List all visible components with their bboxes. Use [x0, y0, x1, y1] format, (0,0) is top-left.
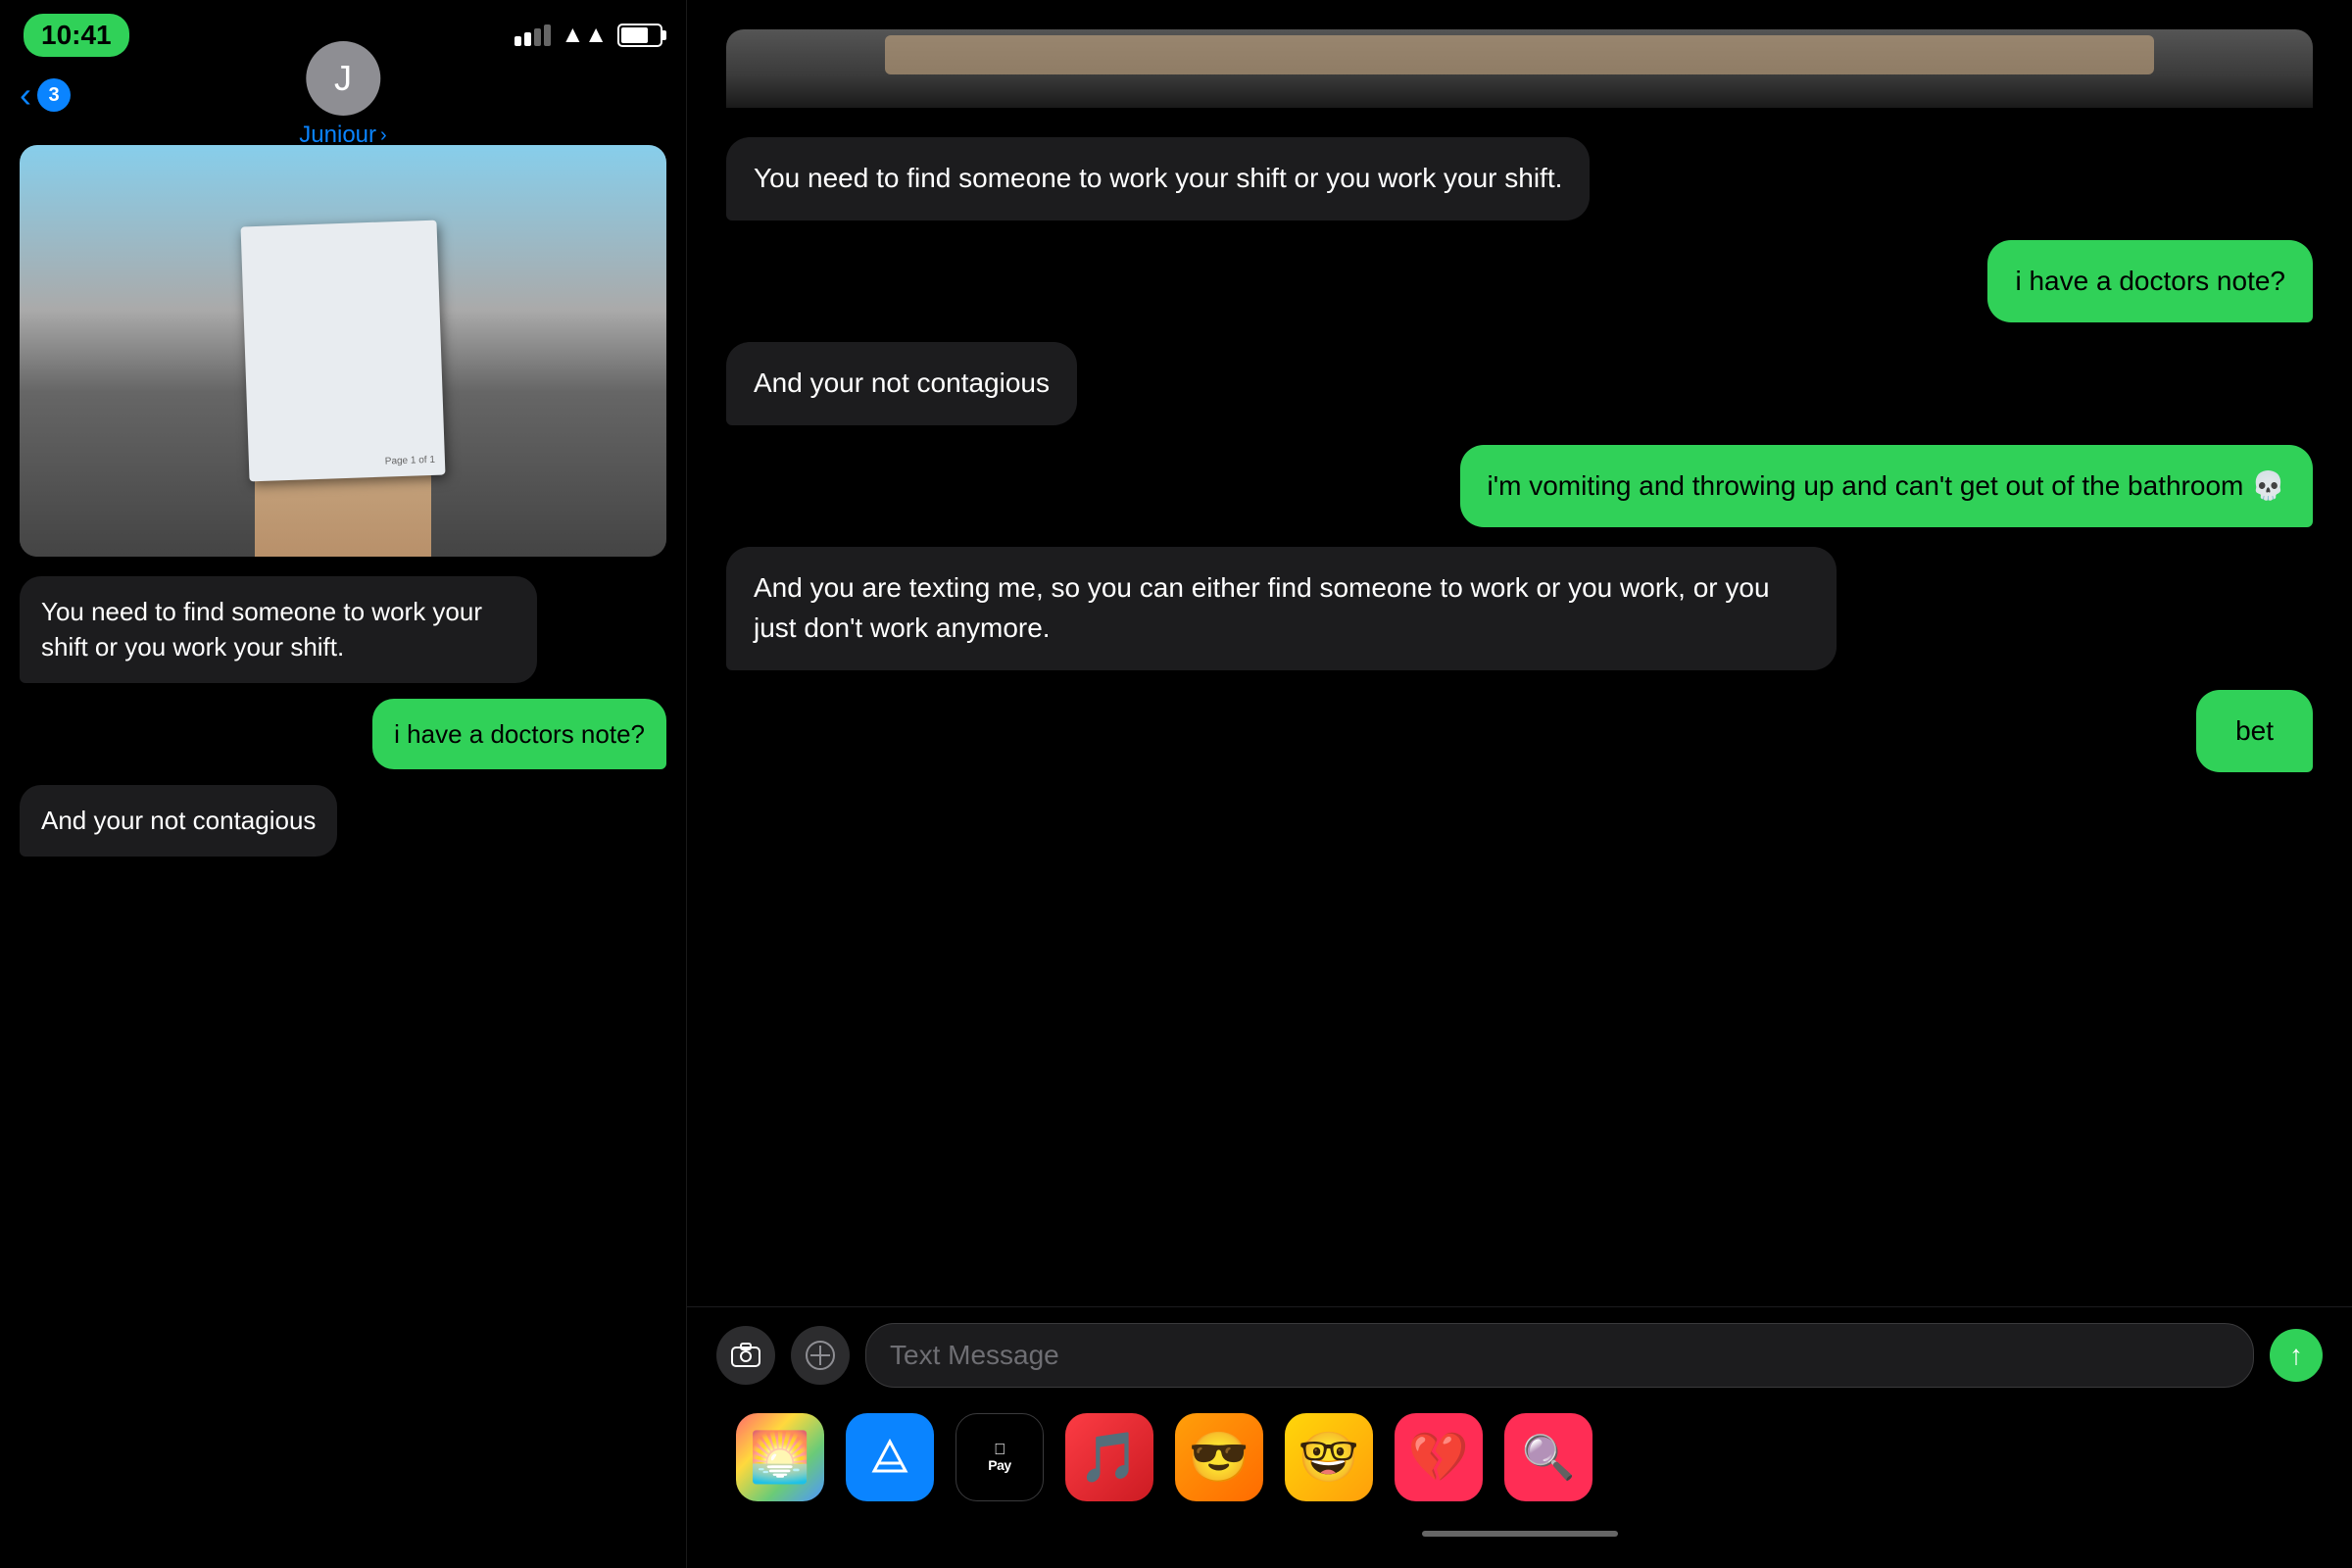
back-button[interactable]: ‹ 3 [20, 74, 71, 116]
appstore-app-icon[interactable] [846, 1413, 934, 1501]
message-bubble: You need to find someone to work your sh… [20, 576, 537, 683]
paper-text: Page 1 of 1 [385, 455, 436, 467]
input-row: Text Message ↑ [716, 1323, 2323, 1388]
photo-image: Page 1 of 1 [20, 145, 666, 557]
wifi-icon: ▲▲ [561, 22, 608, 49]
signal-icon [514, 24, 551, 46]
nav-bar: ‹ 3 J Juniour › [0, 65, 686, 125]
top-crop-image [726, 29, 2313, 108]
messages-list: You need to find someone to work your sh… [0, 557, 686, 1568]
app-tray: 🌅  Pay 🎵 😎 🤓 💔 🔍 [716, 1403, 2323, 1521]
applepay-app-icon[interactable]:  Pay [956, 1413, 1044, 1501]
memoji1-app-icon[interactable]: 😎 [1175, 1413, 1263, 1501]
message-bubble: You need to find someone to work your sh… [726, 137, 1590, 220]
message-bubble: And your not contagious [726, 342, 1077, 425]
input-area: Text Message ↑ 🌅  Pay 🎵 😎 [687, 1306, 2352, 1568]
status-icons: ▲▲ [514, 22, 662, 49]
memoji2-app-icon[interactable]: 🤓 [1285, 1413, 1373, 1501]
back-badge-count: 3 [37, 78, 71, 112]
input-placeholder: Text Message [890, 1340, 1059, 1371]
photos-app-icon[interactable]: 🌅 [736, 1413, 824, 1501]
battery-icon [617, 24, 662, 47]
send-arrow-icon: ↑ [2289, 1340, 2303, 1371]
left-panel: 10:41 ▲▲ ‹ 3 J Juniour › [0, 0, 686, 1568]
send-button[interactable]: ↑ [2270, 1329, 2323, 1382]
back-chevron-icon: ‹ [20, 74, 31, 116]
right-messages-list: You need to find someone to work your sh… [687, 0, 2352, 1306]
time-display: 10:41 [24, 14, 129, 57]
camera-button[interactable] [716, 1326, 775, 1385]
message-bubble: bet [2196, 690, 2313, 773]
message-bubble: And your not contagious [20, 785, 337, 856]
message-input[interactable]: Text Message [865, 1323, 2254, 1388]
message-bubble: i have a doctors note? [372, 699, 666, 769]
search-app-icon[interactable]: 🔍 [1504, 1413, 1592, 1501]
heartbreak-app-icon[interactable]: 💔 [1395, 1413, 1483, 1501]
apps-button[interactable] [791, 1326, 850, 1385]
right-panel: You need to find someone to work your sh… [686, 0, 2352, 1568]
message-bubble: i have a doctors note? [1987, 240, 2313, 323]
photo-attachment[interactable]: Page 1 of 1 [0, 145, 686, 557]
contact-chevron-icon: › [380, 124, 387, 147]
message-bubble: i'm vomiting and throwing up and can't g… [1460, 445, 2313, 528]
avatar: J [306, 41, 380, 116]
message-bubble: And you are texting me, so you can eithe… [726, 547, 1837, 669]
contact-info[interactable]: J Juniour › [299, 41, 386, 149]
home-indicator [1422, 1531, 1618, 1537]
music-app-icon[interactable]: 🎵 [1065, 1413, 1153, 1501]
